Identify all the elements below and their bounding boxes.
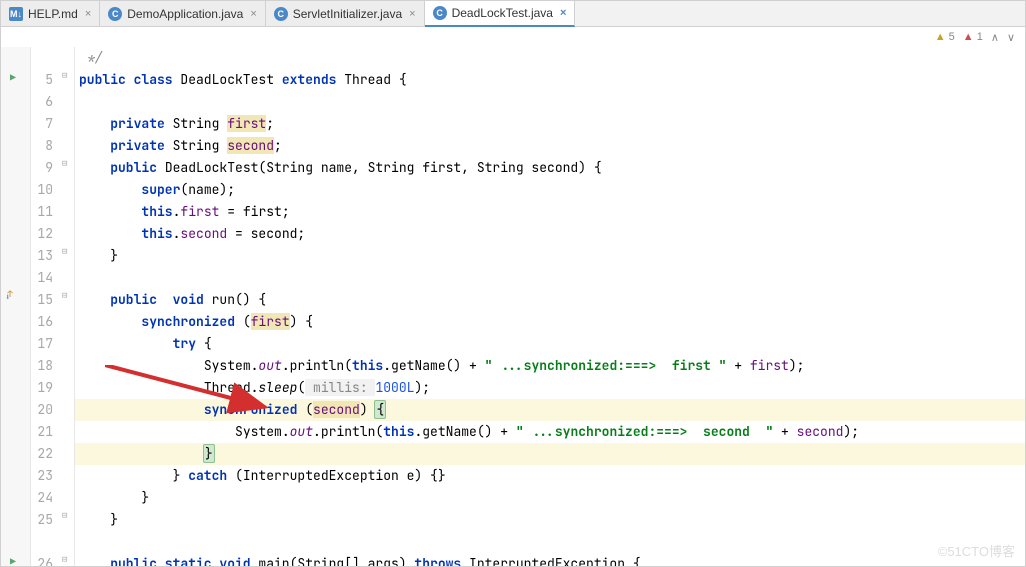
line-number xyxy=(31,531,53,553)
close-icon[interactable]: × xyxy=(560,7,566,19)
nav-down-icon[interactable]: ∨ xyxy=(1007,31,1015,44)
editor-info-bar: ▲ 5 ▲ 1 ∧ ∨ xyxy=(1,27,1025,47)
markdown-icon: M↓ xyxy=(9,7,23,21)
line-number: 25 xyxy=(31,509,53,531)
fold-icon[interactable]: ⊟ xyxy=(62,157,67,169)
line-number: 15 xyxy=(31,289,53,311)
java-class-icon: C xyxy=(274,7,288,21)
line-number: 6 xyxy=(31,91,53,113)
close-icon[interactable]: × xyxy=(85,8,91,20)
line-number: 5 xyxy=(31,69,53,91)
editor-tab-bar: M↓ HELP.md × C DemoApplication.java × C … xyxy=(1,1,1025,27)
fold-icon[interactable]: ⊟ xyxy=(62,245,67,257)
gutter-annotations: ▶ ⬇↑ ▶ xyxy=(1,47,31,566)
run-gutter-icon[interactable]: ▶ xyxy=(10,555,16,566)
java-class-icon: C xyxy=(108,7,122,21)
line-number: 19 xyxy=(31,377,53,399)
close-icon[interactable]: × xyxy=(250,8,256,20)
line-number: 12 xyxy=(31,223,53,245)
tab-label: ServletInitializer.java xyxy=(293,7,402,21)
line-numbers: 5 6 7 8 9 10 11 12 13 14 15 16 17 18 19 … xyxy=(31,47,59,566)
fold-icon[interactable]: ⊟ xyxy=(62,509,67,521)
line-number: 18 xyxy=(31,355,53,377)
line-number: 17 xyxy=(31,333,53,355)
line-number: 23 xyxy=(31,465,53,487)
line-number: 9 xyxy=(31,157,53,179)
line-number: 14 xyxy=(31,267,53,289)
code-editor[interactable]: ▶ ⬇↑ ▶ 5 6 7 8 9 10 11 12 13 14 15 16 17… xyxy=(1,47,1025,566)
error-indicator[interactable]: ▲ 1 xyxy=(963,31,983,43)
line-number: 20 xyxy=(31,399,53,421)
fold-gutter: ⊟ ⊟ ⊟ ⊟ ⊟ ⊟ xyxy=(59,47,75,566)
run-gutter-icon[interactable]: ▶ xyxy=(10,71,16,84)
tab-deadlocktest[interactable]: C DeadLockTest.java × xyxy=(425,1,576,27)
ide-window: M↓ HELP.md × C DemoApplication.java × C … xyxy=(0,0,1026,567)
line-number: 11 xyxy=(31,201,53,223)
fold-icon[interactable]: ⊟ xyxy=(62,69,67,81)
field-second: second xyxy=(227,137,274,154)
fold-icon[interactable]: ⊟ xyxy=(62,289,67,301)
code-area[interactable]: */ public class DeadLockTest extends Thr… xyxy=(75,47,1025,566)
field-first: first xyxy=(227,115,266,132)
fold-icon[interactable]: ⊟ xyxy=(62,553,67,565)
tab-label: DemoApplication.java xyxy=(127,7,243,21)
matched-brace: { xyxy=(374,400,386,419)
nav-up-icon[interactable]: ∧ xyxy=(991,31,999,44)
java-class-icon: C xyxy=(433,6,447,20)
line-number: 26 xyxy=(31,553,53,566)
line-number: 7 xyxy=(31,113,53,135)
line-number: 21 xyxy=(31,421,53,443)
override-gutter-icon[interactable]: ⬇↑ xyxy=(5,291,16,303)
tab-help-md[interactable]: M↓ HELP.md × xyxy=(1,1,100,26)
warning-indicator[interactable]: ▲ 5 xyxy=(935,31,955,43)
tab-label: DeadLockTest.java xyxy=(452,6,553,20)
line-number: 24 xyxy=(31,487,53,509)
tab-demoapplication[interactable]: C DemoApplication.java × xyxy=(100,1,266,26)
line-number xyxy=(31,47,53,69)
line-number: 16 xyxy=(31,311,53,333)
watermark: ©51CTO博客 xyxy=(938,541,1015,560)
line-number: 13 xyxy=(31,245,53,267)
line-number: 22 xyxy=(31,443,53,465)
close-icon[interactable]: × xyxy=(409,8,415,20)
tab-servletinitializer[interactable]: C ServletInitializer.java × xyxy=(266,1,425,26)
matched-brace: } xyxy=(203,444,215,463)
line-number: 8 xyxy=(31,135,53,157)
line-number: 10 xyxy=(31,179,53,201)
tab-label: HELP.md xyxy=(28,7,78,21)
